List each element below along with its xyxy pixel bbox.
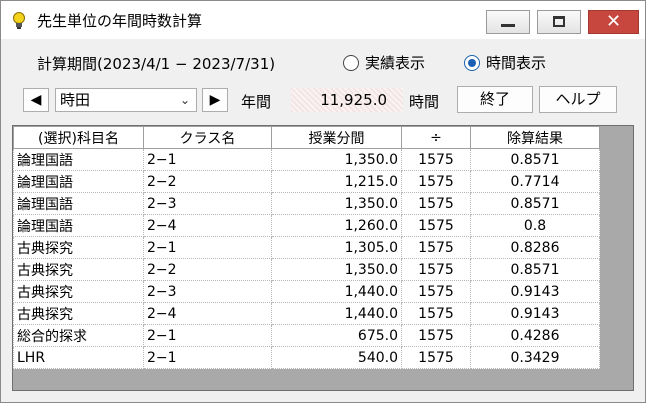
lightbulb-icon xyxy=(13,12,25,29)
next-teacher-button[interactable]: ▶ xyxy=(202,88,228,112)
prev-teacher-button[interactable]: ◀ xyxy=(23,88,49,112)
result-cell[interactable]: 0.9143 xyxy=(470,302,600,325)
class-cell[interactable]: 2−1 xyxy=(143,324,272,347)
class-cell[interactable]: 2−2 xyxy=(143,258,272,281)
result-cell[interactable]: 0.8 xyxy=(470,214,600,237)
subject-cell[interactable]: 古典探究 xyxy=(13,302,144,325)
column-header[interactable]: (選択)科目名 xyxy=(13,126,144,149)
divisor-cell[interactable]: 1575 xyxy=(401,346,471,369)
result-cell[interactable]: 0.8571 xyxy=(470,192,600,215)
radio-jisseki[interactable]: 実績表示 xyxy=(343,52,425,73)
column-header[interactable]: ÷ xyxy=(401,126,471,149)
subject-cell[interactable]: 古典探究 xyxy=(13,236,144,259)
radio-jisseki-label: 実績表示 xyxy=(365,54,426,72)
minutes-cell[interactable]: 1,305.0 xyxy=(271,236,402,259)
divisor-cell[interactable]: 1575 xyxy=(401,324,471,347)
table-row[interactable]: LHR 2−1 540.0 1575 0.3429 xyxy=(13,346,600,369)
divisor-cell[interactable]: 1575 xyxy=(401,214,471,237)
divisor-cell[interactable]: 1575 xyxy=(401,148,471,171)
calculation-period: 計算期間(2023/4/1 − 2023/7/31) xyxy=(37,55,276,73)
class-cell[interactable]: 2−3 xyxy=(143,192,272,215)
annual-total-value: 11,925.0 xyxy=(291,88,403,112)
table-row[interactable]: 論理国語 2−3 1,350.0 1575 0.8571 xyxy=(13,192,600,215)
results-table: (選択)科目名 クラス名 授業分間 ÷ 除算結果 論理国語 2−1 1,350.… xyxy=(13,126,600,369)
minutes-cell[interactable]: 1,215.0 xyxy=(271,170,402,193)
result-cell[interactable]: 0.8571 xyxy=(470,258,600,281)
close-icon: ✕ xyxy=(605,11,622,32)
subject-cell[interactable]: 論理国語 xyxy=(13,214,144,237)
radio-jikan-label: 時間表示 xyxy=(486,54,547,72)
teacher-select[interactable]: 時田 ⌄ xyxy=(55,88,197,112)
minutes-cell[interactable]: 1,350.0 xyxy=(271,258,402,281)
column-header[interactable]: 授業分間 xyxy=(271,126,402,149)
table-row[interactable]: 古典探究 2−4 1,440.0 1575 0.9143 xyxy=(13,302,600,325)
divisor-cell[interactable]: 1575 xyxy=(401,258,471,281)
maximize-button[interactable] xyxy=(537,10,581,34)
minutes-cell[interactable]: 1,440.0 xyxy=(271,302,402,325)
subject-cell[interactable]: 論理国語 xyxy=(13,148,144,171)
table-row[interactable]: 古典探究 2−1 1,305.0 1575 0.8286 xyxy=(13,236,600,259)
table-row[interactable]: 論理国語 2−2 1,215.0 1575 0.7714 xyxy=(13,170,600,193)
minutes-cell[interactable]: 1,440.0 xyxy=(271,280,402,303)
minutes-cell[interactable]: 540.0 xyxy=(271,346,402,369)
column-header[interactable]: クラス名 xyxy=(143,126,272,149)
chevron-down-icon: ⌄ xyxy=(179,93,190,107)
minutes-cell[interactable]: 675.0 xyxy=(271,324,402,347)
divisor-cell[interactable]: 1575 xyxy=(401,192,471,215)
app-window: 先生単位の年間時数計算 ✕ 計算期間(2023/4/1 − 2023/7/31)… xyxy=(0,0,646,403)
table-row[interactable]: 古典探究 2−3 1,440.0 1575 0.9143 xyxy=(13,280,600,303)
help-button[interactable]: ヘルプ xyxy=(539,86,617,113)
table-row[interactable]: 古典探究 2−2 1,350.0 1575 0.8571 xyxy=(13,258,600,281)
minutes-cell[interactable]: 1,350.0 xyxy=(271,148,402,171)
class-cell[interactable]: 2−3 xyxy=(143,280,272,303)
arrow-left-icon: ◀ xyxy=(30,92,42,108)
result-cell[interactable]: 0.8286 xyxy=(470,236,600,259)
radio-unchecked-icon[interactable] xyxy=(343,54,359,71)
result-cell[interactable]: 0.9143 xyxy=(470,280,600,303)
result-cell[interactable]: 0.8571 xyxy=(470,148,600,171)
divisor-cell[interactable]: 1575 xyxy=(401,302,471,325)
result-cell[interactable]: 0.3429 xyxy=(470,346,600,369)
divisor-cell[interactable]: 1575 xyxy=(401,236,471,259)
table-row[interactable]: 総合的探求 2−1 675.0 1575 0.4286 xyxy=(13,324,600,347)
annual-label: 年間 xyxy=(241,93,272,111)
maximize-icon xyxy=(553,16,565,27)
data-grid[interactable]: (選択)科目名 クラス名 授業分間 ÷ 除算結果 論理国語 2−1 1,350.… xyxy=(12,125,634,391)
table-header-row: (選択)科目名 クラス名 授業分間 ÷ 除算結果 xyxy=(13,126,600,149)
radio-jikan[interactable]: 時間表示 xyxy=(464,52,546,73)
subject-cell[interactable]: 古典探究 xyxy=(13,258,144,281)
subject-cell[interactable]: LHR xyxy=(13,346,144,369)
result-cell[interactable]: 0.4286 xyxy=(470,324,600,347)
result-cell[interactable]: 0.7714 xyxy=(470,170,600,193)
subject-cell[interactable]: 総合的探求 xyxy=(13,324,144,347)
window-title: 先生単位の年間時数計算 xyxy=(37,12,203,30)
minimize-icon xyxy=(501,24,515,27)
column-header[interactable]: 除算結果 xyxy=(470,126,600,149)
hours-label: 時間 xyxy=(409,93,440,111)
title-bar[interactable]: 先生単位の年間時数計算 ✕ xyxy=(1,1,645,39)
class-cell[interactable]: 2−1 xyxy=(143,236,272,259)
radio-checked-icon[interactable] xyxy=(464,54,480,71)
class-cell[interactable]: 2−1 xyxy=(143,148,272,171)
class-cell[interactable]: 2−4 xyxy=(143,302,272,325)
table-row[interactable]: 論理国語 2−1 1,350.0 1575 0.8571 xyxy=(13,148,600,171)
divisor-cell[interactable]: 1575 xyxy=(401,280,471,303)
class-cell[interactable]: 2−1 xyxy=(143,346,272,369)
subject-cell[interactable]: 古典探究 xyxy=(13,280,144,303)
arrow-right-icon: ▶ xyxy=(209,92,221,108)
subject-cell[interactable]: 論理国語 xyxy=(13,192,144,215)
subject-cell[interactable]: 論理国語 xyxy=(13,170,144,193)
class-cell[interactable]: 2−2 xyxy=(143,170,272,193)
teacher-select-value: 時田 xyxy=(60,91,91,109)
close-button[interactable]: ✕ xyxy=(588,10,639,34)
exit-button[interactable]: 終了 xyxy=(457,86,533,113)
minutes-cell[interactable]: 1,260.0 xyxy=(271,214,402,237)
divisor-cell[interactable]: 1575 xyxy=(401,170,471,193)
table-row[interactable]: 論理国語 2−4 1,260.0 1575 0.8 xyxy=(13,214,600,237)
minimize-button[interactable] xyxy=(486,10,530,34)
class-cell[interactable]: 2−4 xyxy=(143,214,272,237)
minutes-cell[interactable]: 1,350.0 xyxy=(271,192,402,215)
